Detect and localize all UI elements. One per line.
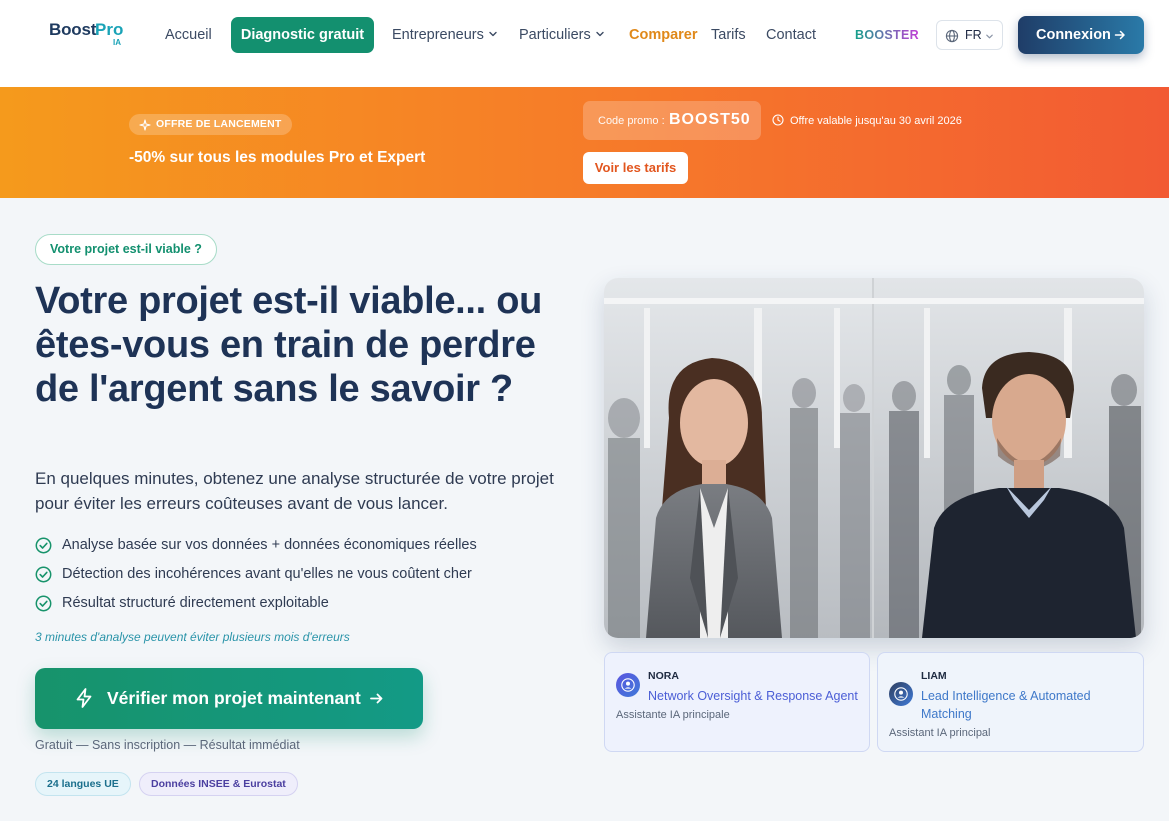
hero-badge: Votre projet est-il viable ?: [35, 234, 217, 265]
booster-link[interactable]: BOOSTER: [855, 28, 919, 42]
agent-description: Assistant IA principal: [889, 727, 991, 739]
user-icon: [894, 687, 908, 701]
promo-banner: OFFRE DE LANCEMENT -50% sur tous les mod…: [0, 87, 1169, 198]
login-button[interactable]: Connexion: [1018, 16, 1144, 54]
avatar: [889, 682, 913, 706]
globe-icon: [945, 29, 959, 43]
list-item: Détection des incohérences avant qu'elle…: [35, 564, 477, 593]
list-item: Analyse basée sur vos données + données …: [35, 535, 477, 564]
tag-languages: 24 langues UE: [35, 772, 131, 796]
list-item-text: Détection des incohérences avant qu'elle…: [62, 566, 472, 582]
clock-icon: [772, 114, 784, 126]
hero-photo: [604, 278, 1144, 638]
chevron-down-icon: [986, 34, 993, 39]
logo-ia: IA: [113, 38, 121, 47]
team-portrait-image: [604, 278, 1144, 638]
arrow-right-icon: [370, 693, 383, 704]
nav-accueil[interactable]: Accueil: [165, 26, 212, 44]
check-circle-icon: [35, 537, 52, 554]
arrow-right-icon: [1114, 30, 1125, 40]
logo-boost: Boost: [49, 20, 97, 39]
list-item-text: Résultat structuré directement exploitab…: [62, 595, 329, 611]
nav-entrepreneurs[interactable]: Entrepreneurs: [392, 26, 498, 44]
offer-badge-label: OFFRE DE LANCEMENT: [156, 118, 282, 130]
offer-validity: Offre valable jusqu'au 30 avril 2026: [772, 114, 962, 127]
cta-note: Gratuit — Sans inscription — Résultat im…: [35, 738, 300, 752]
agent-card-nora[interactable]: NORA Network Oversight & Response Agent …: [604, 652, 870, 752]
check-circle-icon: [35, 595, 52, 612]
offer-validity-text: Offre valable jusqu'au 30 avril 2026: [790, 115, 962, 127]
nav-entrepreneurs-label: Entrepreneurs: [392, 27, 484, 43]
language-code: FR: [965, 28, 982, 42]
view-pricing-button[interactable]: Voir les tarifs: [583, 152, 688, 184]
agent-description: Assistante IA principale: [616, 709, 730, 721]
agent-name: NORA: [648, 670, 679, 682]
verify-project-button[interactable]: Vérifier mon projet maintenant: [35, 668, 423, 729]
agent-role: Network Oversight & Response Agent: [648, 689, 858, 703]
nav-particuliers[interactable]: Particuliers: [519, 26, 605, 44]
language-selector[interactable]: FR: [936, 20, 1003, 50]
list-item-text: Analyse basée sur vos données + données …: [62, 537, 477, 553]
agent-name: LIAM: [921, 670, 947, 682]
chevron-down-icon: [596, 31, 604, 36]
benefit-list: Analyse basée sur vos données + données …: [35, 535, 477, 622]
nav-particuliers-label: Particuliers: [519, 27, 591, 43]
diagnostic-button[interactable]: Diagnostic gratuit: [231, 17, 374, 53]
promo-code-label: Code promo :: [598, 115, 665, 127]
login-label: Connexion: [1036, 27, 1111, 43]
promo-code-value: BOOST50: [669, 111, 751, 128]
sparkle-icon: [139, 119, 151, 131]
site-header: Boost Pro IA Accueil Diagnostic gratuit …: [0, 0, 1169, 87]
hero-title: Votre projet est-il viable... ou êtes-vo…: [35, 280, 543, 410]
offer-text: -50% sur tous les modules Pro et Expert: [129, 149, 426, 166]
agent-card-liam[interactable]: LIAM Lead Intelligence & Automated Match…: [877, 652, 1144, 752]
logo-pro: Pro: [95, 20, 124, 39]
check-circle-icon: [35, 566, 52, 583]
offer-badge: OFFRE DE LANCEMENT: [129, 114, 292, 135]
brand-logo[interactable]: Boost Pro IA: [49, 20, 129, 50]
list-item: Résultat structuré directement exploitab…: [35, 593, 477, 622]
user-icon: [621, 678, 635, 692]
promo-code-box[interactable]: Code promo : BOOST50: [583, 101, 761, 140]
nav-comparer[interactable]: Comparer: [629, 26, 698, 44]
bolt-icon: [76, 688, 92, 708]
chevron-down-icon: [489, 31, 497, 36]
tag-insee-data: Données INSEE & Eurostat: [139, 772, 298, 796]
hero-subtitle: En quelques minutes, obtenez une analyse…: [35, 469, 554, 513]
verify-project-label: Vérifier mon projet maintenant: [107, 688, 361, 708]
nav-tarifs[interactable]: Tarifs: [711, 26, 746, 44]
nav-contact[interactable]: Contact: [766, 26, 816, 44]
avatar: [616, 673, 640, 697]
agent-role: Lead Intelligence & Automated Matching: [921, 689, 1091, 721]
hero-hint: 3 minutes d'analyse peuvent éviter plusi…: [35, 630, 350, 644]
